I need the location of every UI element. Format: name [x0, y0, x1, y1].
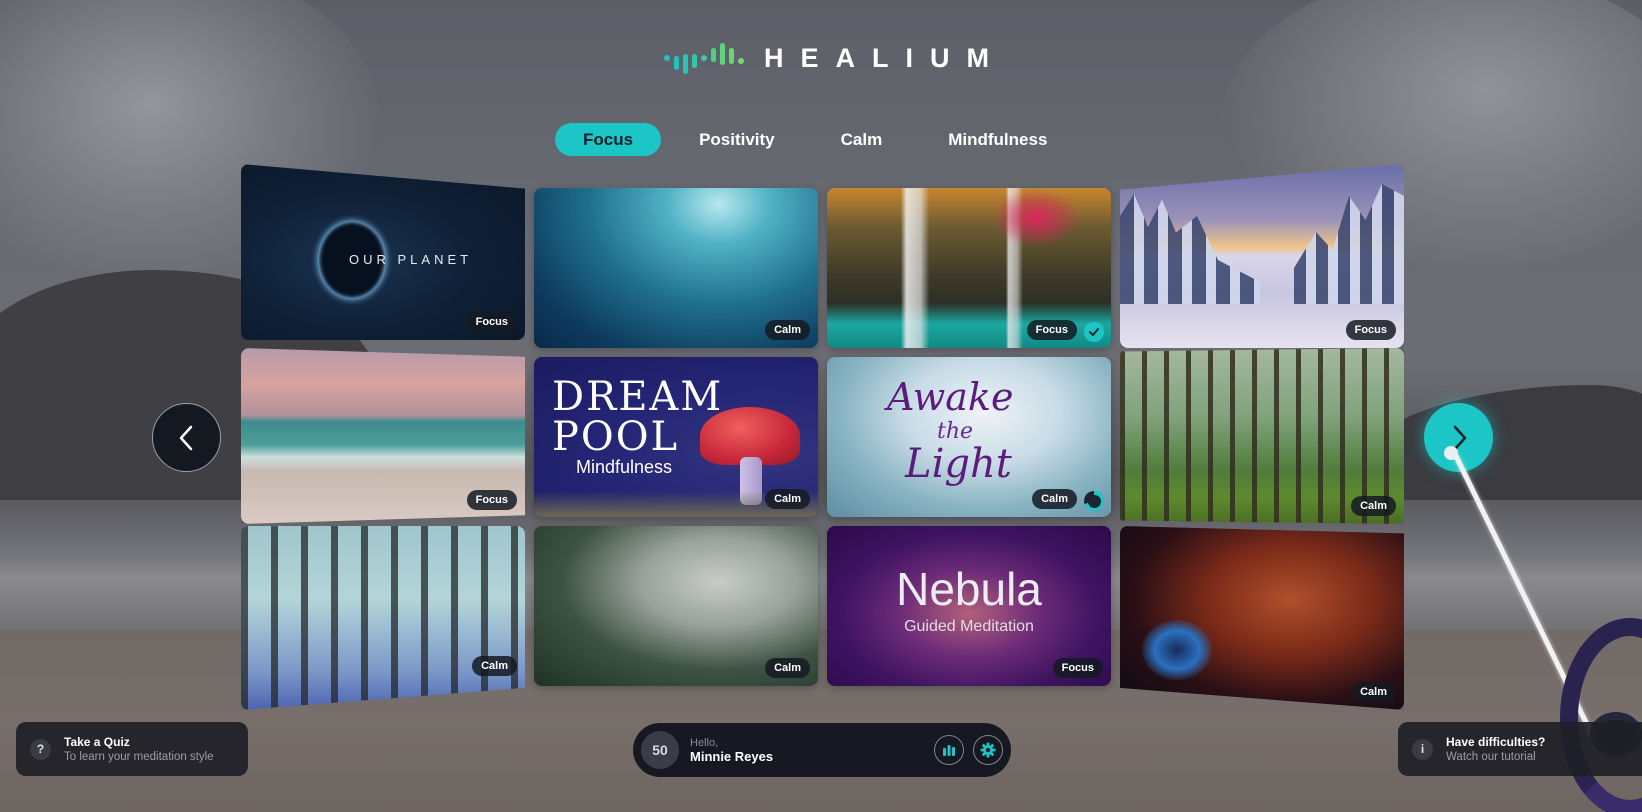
user-bar: 50 Hello, Minnie Reyes [633, 723, 1011, 777]
greeting: Hello, [690, 736, 719, 749]
quiz-title: Take a Quiz [64, 735, 130, 749]
tile-subtitle: Mindfulness [576, 457, 673, 477]
user-score-badge: 50 [641, 731, 679, 769]
quiz-subtitle: To learn your meditation style [64, 751, 214, 763]
gear-icon [980, 742, 996, 758]
category-badge: Calm [765, 489, 810, 509]
tile-title: Awake [887, 375, 1014, 419]
tile-misty-pines[interactable]: Calm [534, 526, 818, 686]
category-badge: Calm [765, 658, 810, 678]
user-name: Minnie Reyes [690, 748, 774, 764]
tile-awake-the-light[interactable]: Awake the Light Calm [827, 357, 1111, 517]
tile-underwater[interactable]: Calm [534, 188, 818, 348]
tile-art [1142, 620, 1212, 680]
tile-title: OUR PLANET [349, 252, 473, 267]
category-badge: Focus [1026, 320, 1077, 340]
completed-check-icon [1084, 322, 1104, 342]
tab-calm[interactable]: Calm [813, 123, 911, 156]
tile-beach-sunset[interactable]: Focus [241, 348, 525, 524]
tile-snowy-forest[interactable]: Focus [1120, 164, 1404, 348]
category-badge: Calm [472, 656, 517, 676]
category-badge: Calm [1351, 496, 1396, 516]
tile-title: Nebula [896, 563, 1042, 615]
info-icon: i [1412, 738, 1433, 760]
tile-deep-space[interactable]: Calm [1120, 526, 1404, 710]
tile-art [1120, 194, 1260, 304]
tile-waterfall[interactable]: Focus [827, 188, 1111, 348]
tile-subtitle: Guided Meditation [904, 618, 1034, 635]
tile-nebula[interactable]: Nebula Guided Meditation Focus [827, 526, 1111, 686]
in-progress-ring-icon [1084, 491, 1104, 511]
category-badge: Calm [1351, 682, 1396, 702]
tile-our-planet[interactable]: OUR PLANET Focus [241, 164, 525, 340]
settings-button[interactable] [973, 735, 1003, 765]
tab-positivity[interactable]: Positivity [671, 123, 803, 156]
category-tabs: Focus Positivity Calm Mindfulness [555, 123, 1085, 156]
app-name: HEALIUM [764, 42, 1006, 73]
previous-page-button[interactable] [152, 403, 221, 472]
watch-tutorial-button[interactable]: i Have difficulties? Watch our tutorial [1398, 722, 1642, 776]
category-badge: Calm [765, 320, 810, 340]
tile-title: Light [905, 441, 1012, 487]
category-badge: Focus [1052, 658, 1103, 678]
tile-dream-pool[interactable]: DREAM POOL Mindfulness Calm [534, 357, 818, 517]
tile-art [1294, 184, 1404, 304]
tile-bluebell-forest[interactable]: Calm [241, 526, 525, 710]
app-logo: HEALIUM [664, 38, 1006, 78]
chevron-left-icon [179, 425, 192, 450]
tile-green-forest[interactable]: Calm [1120, 348, 1404, 524]
bar-chart-icon [943, 745, 955, 756]
category-badge: Focus [466, 312, 517, 332]
tab-mindfulness[interactable]: Mindfulness [920, 123, 1075, 156]
tile-art [991, 188, 1081, 248]
pointer-cursor [1444, 446, 1458, 460]
category-badge: Calm [1032, 489, 1077, 509]
category-badge: Focus [466, 490, 517, 510]
take-quiz-button[interactable]: ? Take a Quiz To learn your meditation s… [16, 722, 248, 776]
question-icon: ? [30, 738, 51, 760]
help-subtitle: Watch our tutorial [1446, 751, 1536, 763]
stats-button[interactable] [934, 735, 964, 765]
category-badge: Focus [1345, 320, 1396, 340]
help-title: Have difficulties? [1446, 735, 1546, 749]
tab-focus[interactable]: Focus [555, 123, 662, 156]
waveform-logo-icon [664, 38, 744, 78]
